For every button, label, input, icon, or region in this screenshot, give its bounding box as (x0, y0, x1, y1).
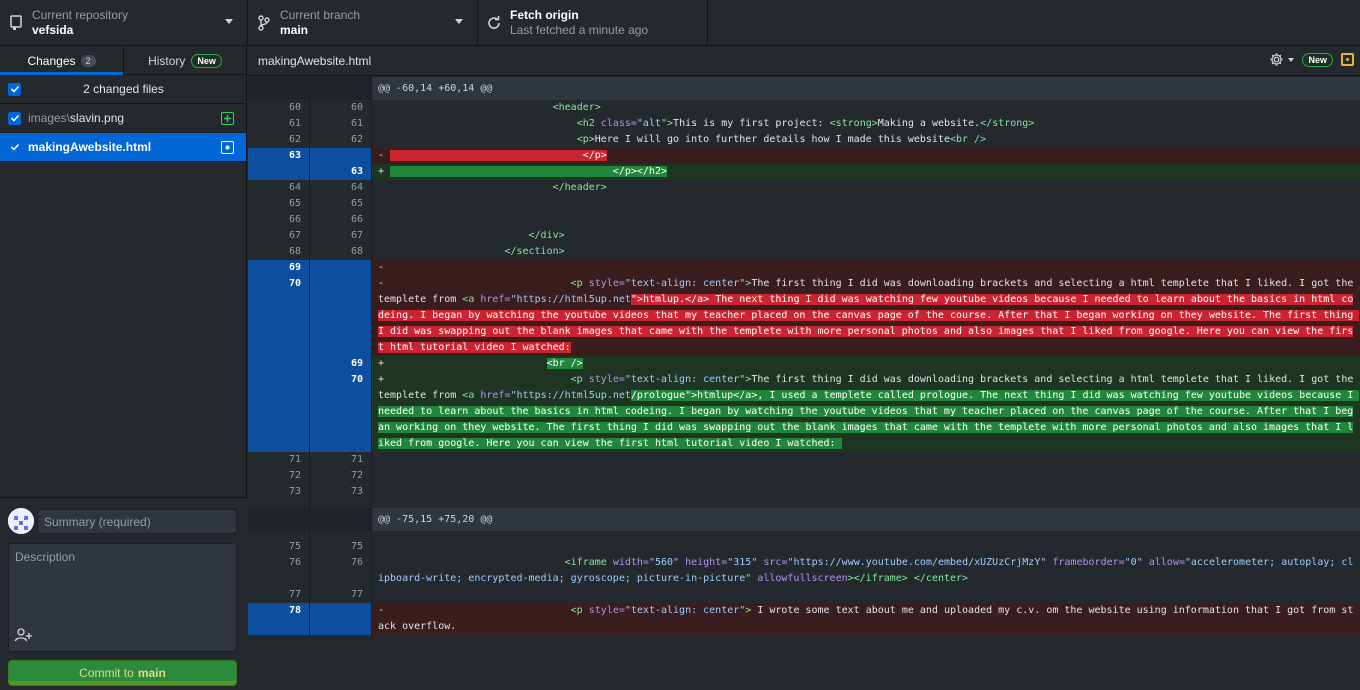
commit-button[interactable]: Commit to main (8, 660, 237, 686)
hunk-header: @@ -60,14 +60,14 @@ (248, 77, 1360, 100)
diff-line: 73 73 (248, 484, 1360, 500)
diff-line: 61 61 <h2 class="alt">This is my first pr… (248, 116, 1360, 132)
diff-filename: makingAwebsite.html (258, 54, 372, 68)
diff-line: 77 77 (248, 587, 1360, 603)
diff-line-deleted: 69- (248, 260, 1360, 276)
check-icon (10, 114, 19, 122)
file-checkbox[interactable] (8, 140, 21, 154)
chevron-down-icon (225, 19, 233, 24)
hunk-header: @@ -75,15 +75,20 @@ (248, 508, 1360, 531)
gear-icon (1270, 53, 1284, 66)
file-name: slavin.png (70, 111, 125, 125)
sidebar: Changes 2 History New 2 changed files im… (0, 47, 247, 690)
changes-count-badge: 2 (80, 54, 96, 67)
fetch-origin-button[interactable]: Fetch origin Last fetched a minute ago (478, 0, 708, 46)
diff-line: 75 75 (248, 539, 1360, 555)
file-modified-icon (221, 141, 234, 154)
commit-button-branch: main (137, 666, 166, 680)
diff-line: 68 68 </section> (248, 244, 1360, 260)
hunk-header-text: @@ -60,14 +60,14 @@ (372, 77, 1360, 100)
diff-line: 64 64 </header> (248, 180, 1360, 196)
commit-area: Commit to main (0, 497, 247, 690)
file-checkbox[interactable] (8, 111, 21, 125)
diff-line-added: 63 + </p></h2> (248, 164, 1360, 180)
diff-options-button[interactable] (1269, 52, 1295, 67)
commit-button-prefix: Commit to (79, 666, 134, 680)
diff-line-deleted: 63- </p> (248, 148, 1360, 164)
tab-changes-label: Changes (27, 53, 76, 68)
repository-name: vefsida (32, 23, 74, 37)
diff-line: 72 72 (248, 468, 1360, 484)
toolbar: Current repository vefsida Current branc… (0, 0, 1360, 46)
changed-files-count: 2 changed files (83, 82, 164, 96)
tab-history-label: History (148, 53, 186, 68)
description-box (8, 543, 237, 652)
branch-name: main (280, 23, 309, 37)
diff-gap (248, 500, 1360, 508)
repository-selector[interactable]: Current repository vefsida (0, 0, 248, 46)
diff-line: 76 76 <iframe width="560" height="315" sr… (248, 555, 1360, 587)
branch-icon (248, 15, 280, 31)
repository-label: Current repository (32, 8, 129, 22)
diff-view: @@ -60,14 +60,14 @@ 60 60 <header> 61 61 <… (248, 77, 1360, 690)
diff-line-added: 70 + <p style="text-align: center">The fi… (248, 372, 1360, 452)
file-added-icon (221, 112, 234, 125)
hunk-header-text: @@ -75,15 +75,20 @@ (372, 508, 1360, 531)
file-list-item[interactable]: makingAwebsite.html (0, 133, 246, 162)
tab-changes[interactable]: Changes 2 (0, 47, 123, 75)
changed-files-header: 2 changed files (0, 75, 246, 104)
diff-line-deleted: 78- <p style="text-align: center"> I wro… (248, 603, 1360, 635)
file-dir: images\ (28, 111, 71, 125)
avatar (8, 508, 34, 534)
diff-tools: New (1269, 52, 1354, 67)
diff-line: 67 67 </div> (248, 228, 1360, 244)
coauthor-icon[interactable] (14, 627, 34, 646)
check-icon (10, 85, 19, 93)
diff-line: 65 65 (248, 196, 1360, 212)
file-list-item[interactable]: images\slavin.png (0, 104, 246, 133)
tab-history[interactable]: History New (123, 47, 246, 74)
diff-line-deleted: 70- <p style="text-align: center">The fi… (248, 276, 1360, 356)
summary-input[interactable] (37, 509, 237, 534)
fetch-subtitle: Last fetched a minute ago (510, 23, 649, 37)
branch-label: Current branch (280, 8, 361, 22)
bell-icon[interactable] (1341, 53, 1354, 66)
fetch-title: Fetch origin (510, 8, 579, 22)
branch-selector[interactable]: Current branch main (248, 0, 478, 46)
sync-icon (478, 15, 510, 31)
diff-gap (248, 531, 1360, 539)
new-badge: New (1302, 52, 1333, 67)
diff-line: 60 60 <header> (248, 100, 1360, 116)
select-all-checkbox[interactable] (8, 82, 21, 96)
diff-line: 62 62 <p>Here I will go into further deta… (248, 132, 1360, 148)
file-path: makingAwebsite.html (28, 140, 151, 154)
chevron-down-icon (455, 19, 463, 24)
file-path: images\slavin.png (28, 111, 124, 125)
chevron-down-icon (1288, 57, 1295, 62)
diff-line: 66 66 (248, 212, 1360, 228)
diff-line: 71 71 (248, 452, 1360, 468)
sidebar-tabs: Changes 2 History New (0, 47, 246, 75)
repo-icon (0, 15, 32, 31)
history-new-badge: New (191, 53, 222, 68)
diff-line-added: 69 + <br /> (248, 356, 1360, 372)
description-input[interactable] (9, 544, 236, 624)
file-name: makingAwebsite.html (28, 140, 152, 154)
check-icon (10, 143, 19, 151)
diff-header: makingAwebsite.html New (248, 47, 1360, 76)
